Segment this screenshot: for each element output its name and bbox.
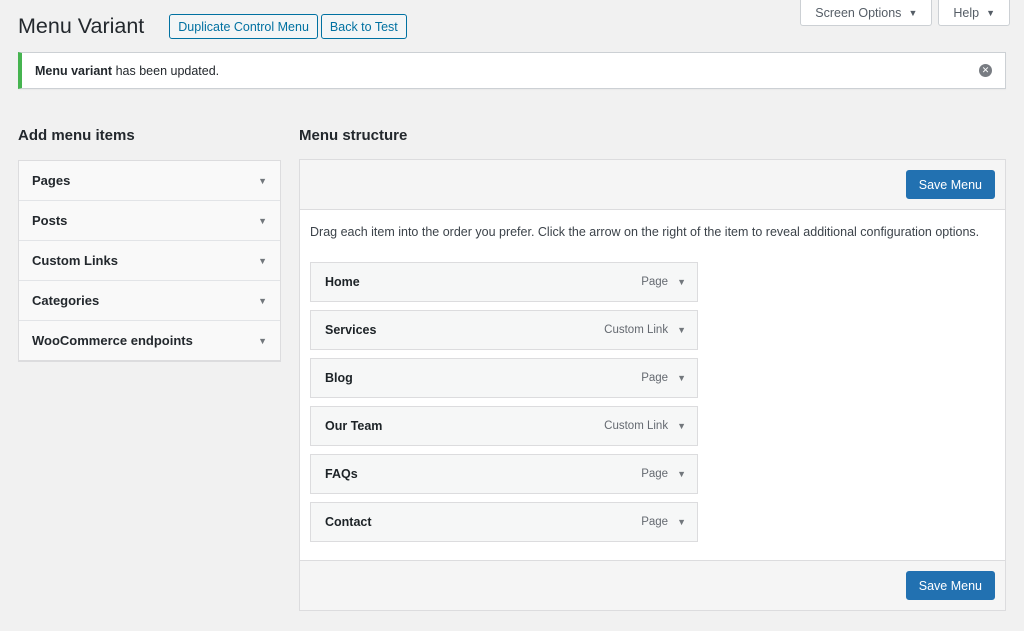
caret-down-icon[interactable]: ▼: [677, 517, 686, 527]
accordion-section-posts[interactable]: Posts ▼: [19, 201, 280, 241]
back-to-test-button[interactable]: Back to Test: [320, 14, 407, 39]
menu-management-panel: Save Menu Drag each item into the order …: [299, 159, 1006, 611]
save-menu-button-top[interactable]: Save Menu: [905, 170, 995, 199]
caret-down-icon[interactable]: ▼: [677, 325, 686, 335]
menu-item-title: Our Team: [325, 419, 383, 433]
accordion-section-woocommerce-endpoints[interactable]: WooCommerce endpoints ▼: [19, 321, 280, 361]
accordion-section-custom-links[interactable]: Custom Links ▼: [19, 241, 280, 281]
menu-item-type: Page: [641, 372, 669, 384]
drag-instructions: Drag each item into the order you prefer…: [310, 225, 980, 239]
menu-item-services[interactable]: Services Custom Link ▼: [310, 310, 698, 350]
menu-item-title: Contact: [325, 515, 372, 529]
help-button[interactable]: Help ▼: [938, 0, 1010, 26]
notice-message: has been updated.: [112, 63, 220, 78]
menu-item-controls: Page ▼: [641, 276, 686, 288]
accordion-section-label: Custom Links: [32, 253, 118, 268]
caret-down-icon[interactable]: ▼: [677, 277, 686, 287]
menu-item-type: Custom Link: [604, 420, 669, 432]
accordion-section-label: Categories: [32, 293, 100, 308]
caret-down-icon[interactable]: ▼: [677, 421, 686, 431]
page-title: Menu Variant: [18, 13, 145, 38]
add-menu-items-accordion: Pages ▼ Posts ▼ Custom Links ▼ Categorie…: [18, 160, 281, 362]
caret-down-icon[interactable]: ▼: [677, 373, 686, 383]
add-menu-items-heading: Add menu items: [18, 127, 135, 144]
menu-item-type: Page: [641, 276, 669, 288]
screen-options-label: Screen Options: [815, 5, 902, 20]
menu-item-home[interactable]: Home Page ▼: [310, 262, 698, 302]
screen-options-button[interactable]: Screen Options ▼: [800, 0, 933, 26]
menu-item-type: Page: [641, 468, 669, 480]
menu-item-controls: Page ▼: [641, 372, 686, 384]
notice-text: Menu variant has been updated.: [35, 64, 219, 78]
accordion-section-label: Posts: [32, 213, 68, 228]
caret-down-icon: ▼: [986, 7, 995, 18]
menu-item-faqs[interactable]: FAQs Page ▼: [310, 454, 698, 494]
menu-item-list: Home Page ▼ Services Custom Link ▼ Blog …: [310, 262, 698, 550]
page-header: Menu Variant Duplicate Control Menu Back…: [18, 14, 410, 39]
caret-down-icon: ▼: [258, 295, 267, 306]
save-menu-button-bottom[interactable]: Save Menu: [905, 571, 995, 600]
menu-item-blog[interactable]: Blog Page ▼: [310, 358, 698, 398]
menu-item-type: Custom Link: [604, 324, 669, 336]
menu-management-header: Save Menu: [300, 160, 1005, 210]
menu-structure-heading: Menu structure: [299, 127, 408, 144]
accordion-section-label: Pages: [32, 173, 71, 188]
updated-notice: Menu variant has been updated. ✕: [18, 52, 1006, 89]
menu-item-controls: Custom Link ▼: [604, 420, 686, 432]
accordion-section-categories[interactable]: Categories ▼: [19, 281, 280, 321]
menu-item-controls: Page ▼: [641, 516, 686, 528]
menu-item-controls: Page ▼: [641, 468, 686, 480]
menu-item-type: Page: [641, 516, 669, 528]
accordion-section-pages[interactable]: Pages ▼: [19, 161, 280, 201]
caret-down-icon: ▼: [258, 335, 267, 346]
screen-meta-links: Screen Options ▼ Help ▼: [800, 0, 1010, 26]
duplicate-control-menu-button[interactable]: Duplicate Control Menu: [169, 14, 318, 39]
menu-item-our-team[interactable]: Our Team Custom Link ▼: [310, 406, 698, 446]
caret-down-icon[interactable]: ▼: [677, 469, 686, 479]
caret-down-icon: ▼: [258, 175, 267, 186]
notice-strong: Menu variant: [35, 63, 113, 78]
help-label: Help: [953, 5, 980, 20]
menu-item-contact[interactable]: Contact Page ▼: [310, 502, 698, 542]
dismiss-icon[interactable]: ✕: [979, 64, 992, 77]
caret-down-icon: ▼: [258, 255, 267, 266]
menu-item-title: FAQs: [325, 467, 358, 481]
menu-item-controls: Custom Link ▼: [604, 324, 686, 336]
menu-item-title: Home: [325, 275, 360, 289]
menu-item-title: Blog: [325, 371, 353, 385]
caret-down-icon: ▼: [258, 215, 267, 226]
menu-item-title: Services: [325, 323, 377, 337]
accordion-section-label: WooCommerce endpoints: [32, 333, 193, 348]
menu-management-footer: Save Menu: [300, 560, 1005, 610]
caret-down-icon: ▼: [908, 7, 918, 18]
